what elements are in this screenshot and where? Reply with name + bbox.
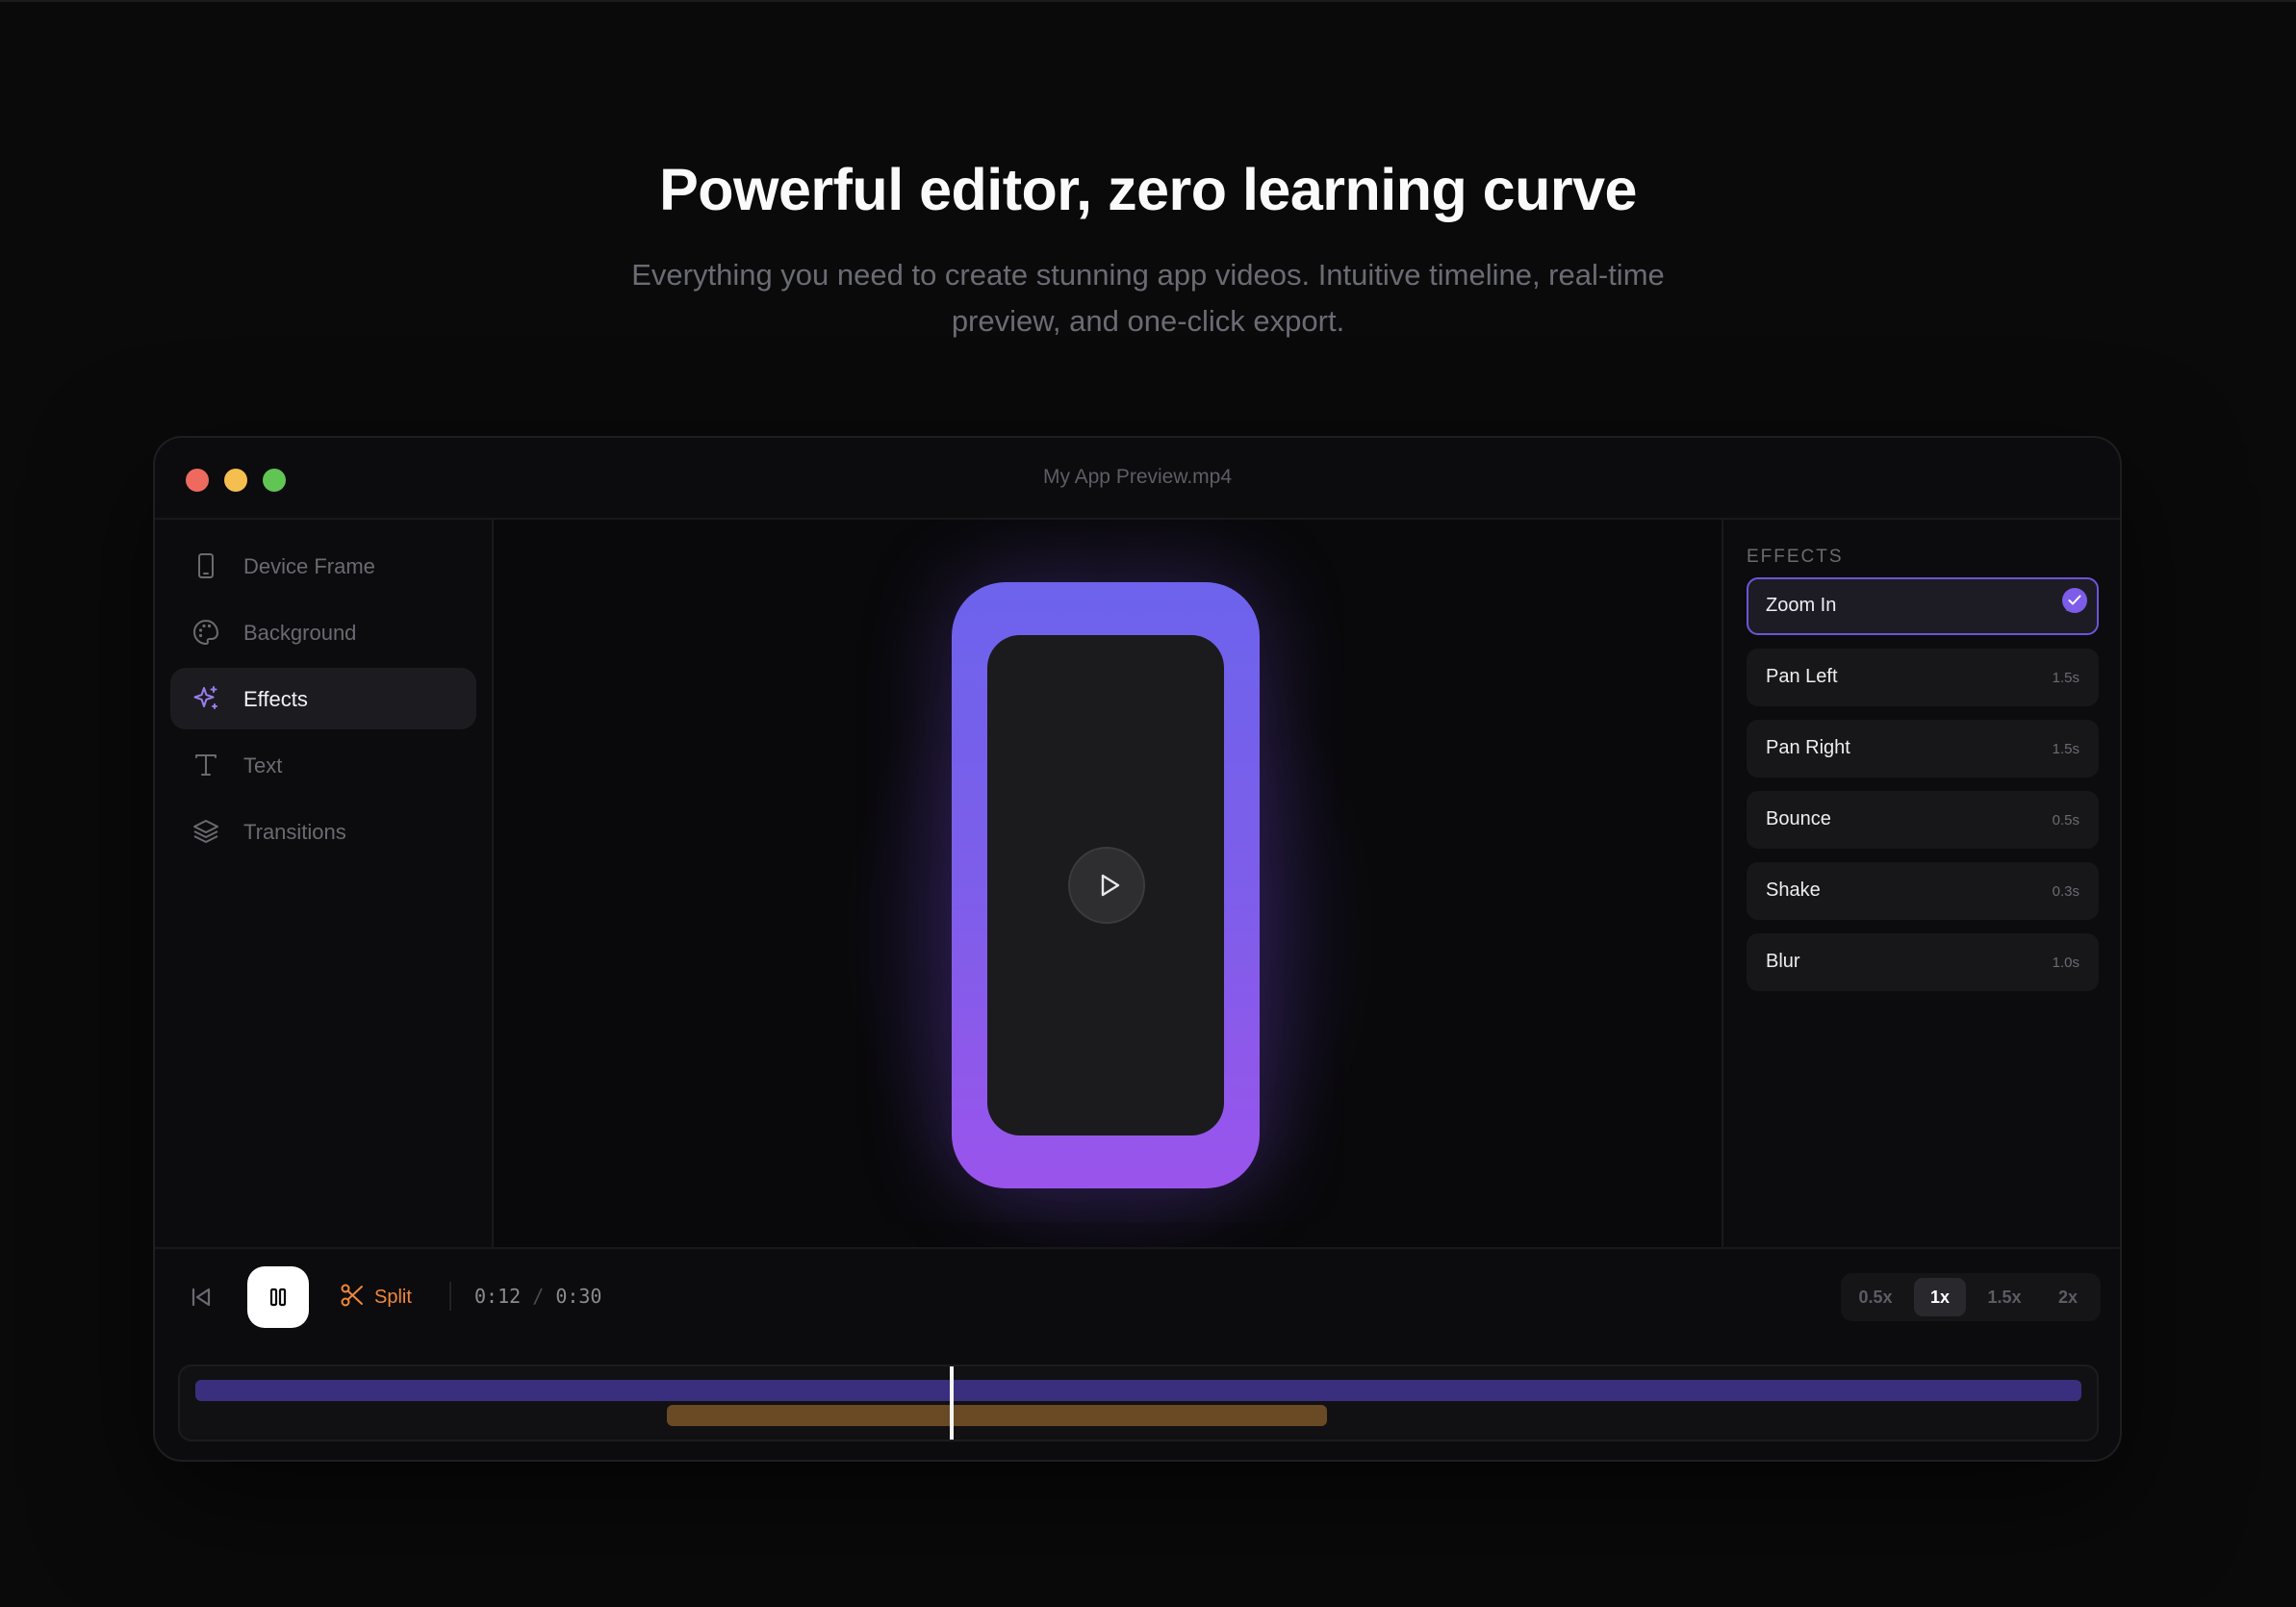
effect-name: Pan Left: [1766, 666, 1838, 687]
hero-subtitle: Everything you need to create stunning a…: [571, 252, 1725, 344]
effect-item-zoom-in[interactable]: Zoom In 2: [1747, 577, 2099, 635]
sidebar-item-transitions[interactable]: Transitions: [170, 801, 476, 862]
sidebar-item-background[interactable]: Background: [170, 601, 476, 663]
effect-item-bounce[interactable]: Bounce 0.5s: [1747, 791, 2099, 849]
effect-track-clip[interactable]: [667, 1405, 1327, 1426]
palette-icon: [191, 618, 220, 647]
time-readout: 0:12 / 0:30: [474, 1285, 601, 1308]
hero-subtitle-line-2: preview, and one-click export.: [951, 304, 1345, 338]
effect-name: Pan Right: [1766, 737, 1850, 758]
scissors-icon: [340, 1283, 365, 1313]
effect-duration: 1.0s: [2052, 955, 2079, 971]
video-track-clip[interactable]: [195, 1380, 2081, 1401]
pause-button[interactable]: [247, 1266, 309, 1328]
speed-option-1-5x[interactable]: 1.5x: [1974, 1278, 2035, 1316]
layers-icon: [191, 817, 220, 846]
speed-option-2x[interactable]: 2x: [2041, 1278, 2095, 1316]
sidebar-item-label: Background: [243, 621, 357, 645]
timeline[interactable]: [178, 1365, 2099, 1441]
split-label: Split: [374, 1286, 412, 1308]
preview-canvas: [494, 520, 1722, 1247]
effect-duration: 0.5s: [2052, 812, 2079, 829]
split-button[interactable]: Split: [340, 1284, 412, 1311]
device-screen: [987, 635, 1224, 1135]
effect-name: Shake: [1766, 880, 1821, 901]
speed-option-0-5x[interactable]: 0.5x: [1847, 1278, 1904, 1316]
editor-window: My App Preview.mp4 Device Frame Backgrou…: [153, 436, 2122, 1462]
speed-option-1x[interactable]: 1x: [1914, 1278, 1966, 1316]
sparkle-icon: [191, 684, 220, 713]
sidebar-item-label: Text: [243, 753, 283, 778]
effect-item-blur[interactable]: Blur 1.0s: [1747, 933, 2099, 991]
controls-divider: [449, 1282, 451, 1311]
sidebar-item-label: Effects: [243, 687, 308, 711]
effect-item-pan-left[interactable]: Pan Left 1.5s: [1747, 649, 2099, 706]
playback-speed-selector: 0.5x 1x 1.5x 2x: [1841, 1273, 2101, 1321]
window-titlebar: My App Preview.mp4: [155, 438, 2120, 520]
effect-name: Zoom In: [1766, 595, 1837, 616]
hero-subtitle-line-1: Everything you need to create stunning a…: [631, 258, 1665, 292]
window-title: My App Preview.mp4: [1042, 466, 1233, 488]
sidebar: Device Frame Background Effects Text Tra…: [155, 520, 494, 1247]
check-icon: [2062, 588, 2087, 613]
effect-duration: 1.5s: [2052, 670, 2079, 686]
effect-duration: 1.5s: [2052, 741, 2079, 757]
sidebar-item-device-frame[interactable]: Device Frame: [170, 535, 476, 597]
phone-icon: [191, 551, 220, 580]
total-time: 0:30: [555, 1285, 602, 1308]
playback-controls: Split 0:12 / 0:30 0.5x 1x 1.5x 2x: [155, 1247, 2120, 1341]
effects-heading: EFFECTS: [1747, 547, 1844, 567]
sidebar-item-label: Device Frame: [243, 554, 375, 578]
hero-title: Powerful editor, zero learning curve: [659, 157, 1637, 222]
time-separator: /: [532, 1285, 545, 1308]
device-frame: [952, 582, 1260, 1188]
effect-item-pan-right[interactable]: Pan Right 1.5s: [1747, 720, 2099, 778]
effects-panel: EFFECTS Zoom In 2 Pan Left 1.5s Pan Righ…: [1722, 520, 2120, 1247]
sidebar-item-text[interactable]: Text: [170, 734, 476, 796]
preview-play-button[interactable]: [1068, 847, 1145, 924]
sidebar-item-label: Transitions: [243, 820, 346, 844]
sidebar-item-effects[interactable]: Effects: [170, 668, 476, 729]
effect-name: Blur: [1766, 951, 1800, 972]
effect-duration: 0.3s: [2052, 883, 2079, 900]
skip-to-start-button[interactable]: [190, 1286, 213, 1309]
effect-item-shake[interactable]: Shake 0.3s: [1747, 862, 2099, 920]
playhead[interactable]: [950, 1366, 954, 1440]
text-icon: [191, 751, 220, 779]
effect-name: Bounce: [1766, 808, 1831, 829]
current-time: 0:12: [474, 1285, 522, 1308]
skip-back-icon: [191, 1288, 211, 1307]
